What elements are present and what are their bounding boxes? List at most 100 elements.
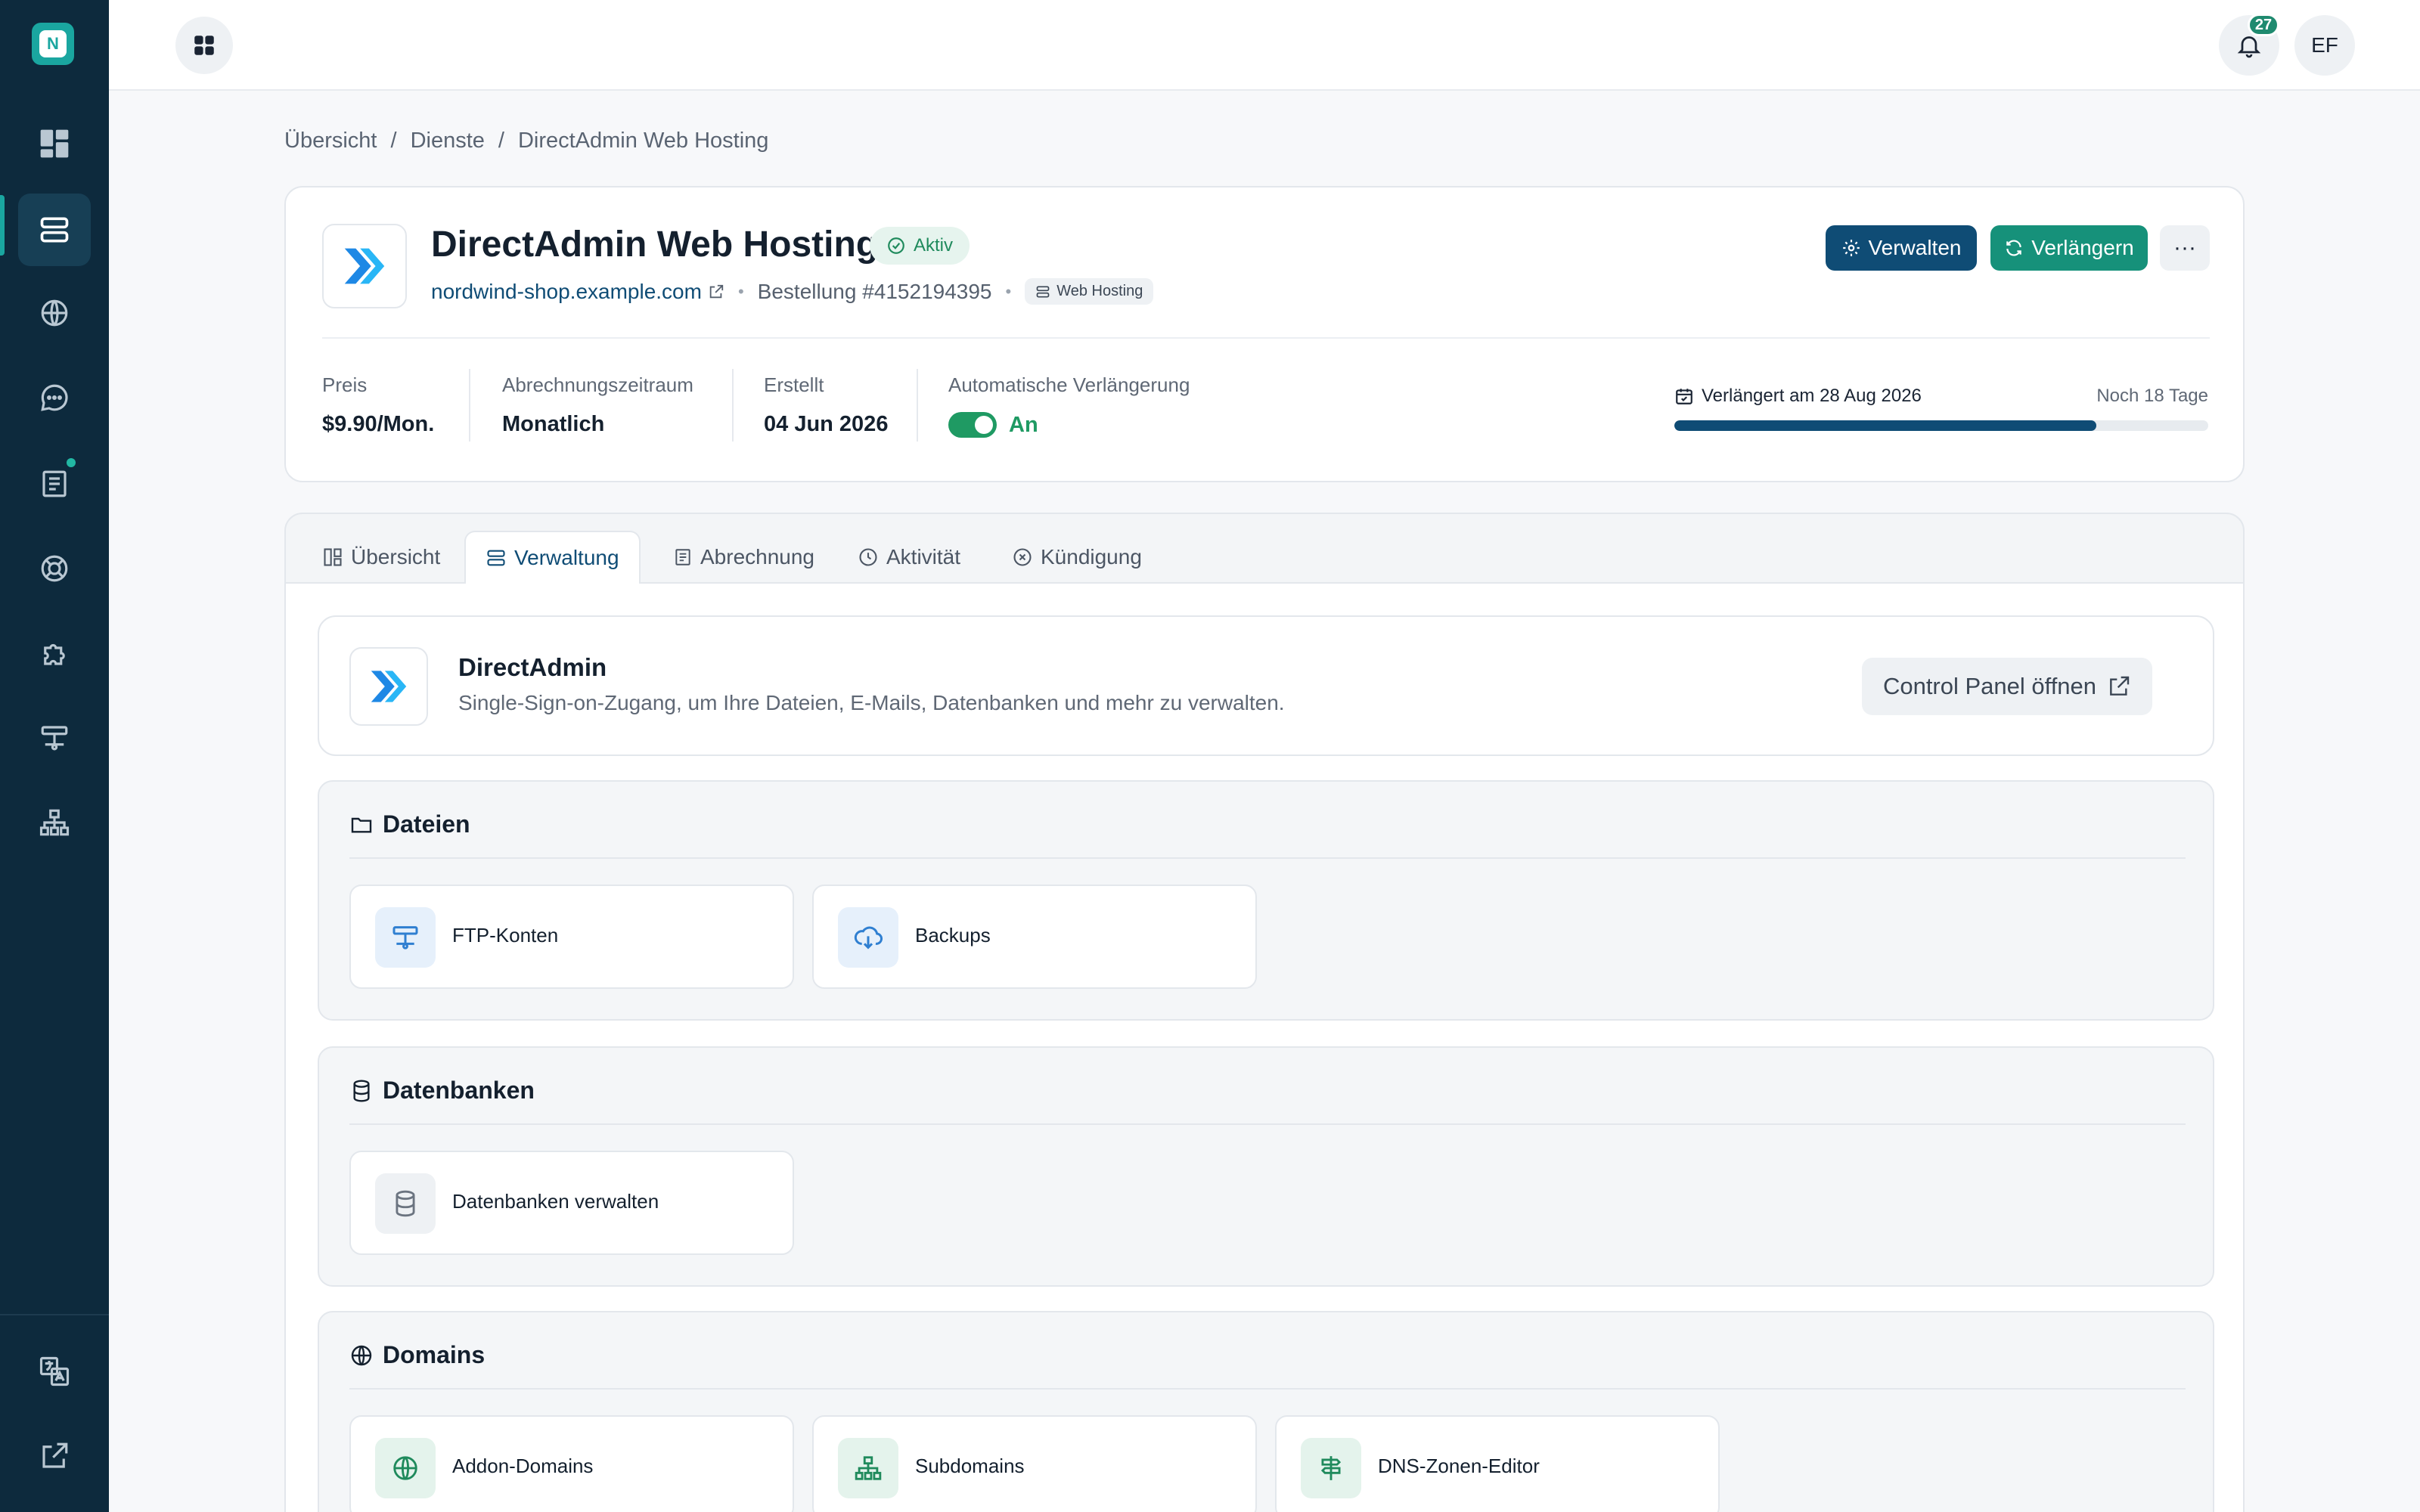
header-divider — [322, 337, 2210, 339]
tab-label: Kündigung — [1041, 545, 1142, 569]
tile-label: Addon-Domains — [452, 1455, 594, 1477]
sidebar-item-services[interactable] — [18, 194, 91, 266]
calendar-check-icon — [1676, 389, 1692, 404]
tile-label: Backups — [915, 924, 991, 947]
breadcrumb-separator: / — [390, 129, 397, 153]
apps-button[interactable] — [175, 17, 233, 74]
sidebar-active-indicator — [0, 195, 5, 256]
tab-label: Übersicht — [351, 545, 441, 569]
tile-icon — [375, 1438, 436, 1498]
refresh-icon — [2006, 240, 2022, 256]
more-actions-button[interactable]: ··· — [2160, 225, 2210, 271]
sso-card: DirectAdmin Single-Sign-on-Zugang, um Ih… — [318, 615, 2214, 756]
puzzle-icon — [44, 643, 65, 665]
sidebar-item-domains[interactable] — [18, 277, 91, 349]
avatar[interactable]: EF — [2294, 15, 2355, 76]
tile-icon — [375, 907, 436, 968]
stat-label: Erstellt — [764, 373, 824, 396]
stat-label: Abrechnungszeitraum — [502, 373, 693, 396]
section-heading: Datenbanken — [349, 1077, 535, 1105]
sidebar-item-dashboard[interactable] — [18, 107, 91, 180]
breadcrumb-separator: / — [498, 129, 504, 153]
section-title: Domains — [383, 1341, 486, 1368]
globe-icon — [41, 299, 68, 327]
tab-management[interactable]: Verwaltung — [464, 531, 641, 585]
tab-billing[interactable]: Abrechnung — [653, 531, 834, 584]
renew-button[interactable]: Verlängern — [1990, 225, 2148, 271]
stat-label: Preis — [322, 373, 368, 396]
section-divider — [349, 1388, 2186, 1390]
domains-section: Domains Addon-Domains Subdomains DNS-Zon — [318, 1311, 2214, 1512]
invoice-icon — [675, 549, 690, 565]
tab-cancellation[interactable]: Kündigung — [992, 531, 1162, 584]
open-control-panel-button[interactable]: Control Panel öffnen — [1862, 658, 2152, 715]
grid-icon — [194, 36, 214, 55]
breadcrumb-current: DirectAdmin Web Hosting — [517, 129, 769, 153]
breadcrumb-services[interactable]: Dienste — [411, 129, 485, 153]
stat-value: Monatlich — [502, 412, 605, 436]
invoice-icon — [42, 470, 67, 497]
sidebar: N — [0, 0, 109, 1512]
section-divider — [349, 857, 2186, 859]
tab-label: Verwaltung — [514, 546, 619, 569]
network-icon — [392, 926, 418, 950]
section-heading: Domains — [349, 1341, 485, 1369]
stat-value: $9.90/Mon. — [322, 412, 435, 436]
gear-icon — [1842, 240, 1860, 256]
sidebar-item-sitemap[interactable] — [18, 786, 91, 859]
database-icon — [353, 1079, 370, 1102]
sidebar-item-support[interactable] — [18, 532, 91, 605]
stat-divider — [732, 369, 734, 442]
tile-label: Datenbanken verwalten — [452, 1190, 659, 1213]
auto-renew-state: An — [1009, 412, 1038, 437]
directadmin-logo — [349, 647, 428, 726]
app-logo[interactable]: N — [32, 23, 74, 65]
auto-renew-toggle[interactable] — [948, 412, 997, 438]
auto-renew-control: An — [948, 412, 1190, 438]
meta-separator: • — [737, 281, 744, 301]
manage-button[interactable]: Verwalten — [1826, 225, 1977, 271]
directadmin-icon — [344, 248, 385, 284]
sso-title: DirectAdmin — [458, 653, 607, 681]
sidebar-item-invoices[interactable] — [18, 448, 91, 520]
tile-ftp-accounts[interactable]: FTP-Konten — [349, 885, 794, 989]
topbar: 27 EF — [109, 0, 2420, 91]
renewal-date: Verlängert am 28 Aug 2026 — [1702, 386, 1922, 406]
support-icon — [41, 555, 68, 582]
tab-activity[interactable]: Aktivität — [838, 531, 980, 584]
renewal-info: Verlängert am 28 Aug 2026 Noch 18 Tage — [1674, 386, 2208, 431]
tile-backups[interactable]: Backups — [812, 885, 1257, 989]
renew-label: Verlängern — [2031, 236, 2134, 259]
tile-subdomains[interactable]: Subdomains — [812, 1415, 1257, 1512]
tile-icon — [375, 1173, 436, 1234]
section-title: Dateien — [383, 810, 470, 838]
service-meta: nordwind-shop.example.com • Bestellung #… — [431, 278, 1154, 305]
status-text: Aktiv — [914, 235, 954, 256]
sidebar-item-external[interactable] — [18, 1420, 91, 1492]
files-section: Dateien FTP-Konten Backups — [318, 780, 2214, 1021]
renewal-remaining: Noch 18 Tage — [2096, 386, 2208, 406]
notification-dot — [67, 458, 76, 467]
external-link-icon — [709, 284, 724, 298]
server-icon — [1036, 286, 1050, 297]
notification-count-badge: 27 — [2248, 14, 2279, 36]
sidebar-item-addons[interactable] — [18, 617, 91, 689]
tile-label: Subdomains — [915, 1455, 1025, 1477]
sidebar-item-language[interactable] — [18, 1335, 91, 1408]
databases-section: Datenbanken Datenbanken verwalten — [318, 1046, 2214, 1287]
renewal-progress-fill — [1674, 420, 2096, 431]
tile-icon — [1301, 1438, 1361, 1498]
sidebar-item-network[interactable] — [18, 702, 91, 774]
directadmin-icon — [371, 671, 407, 702]
sidebar-item-messages[interactable] — [18, 361, 91, 434]
domain-link[interactable]: nordwind-shop.example.com — [431, 280, 724, 304]
tile-dns-zone-editor[interactable]: DNS-Zonen-Editor — [1275, 1415, 1720, 1512]
check-circle-icon — [888, 237, 904, 254]
tab-overview[interactable]: Übersicht — [302, 531, 460, 584]
folder-icon — [351, 817, 372, 833]
translate-icon — [39, 1356, 70, 1387]
tile-addon-domains[interactable]: Addon-Domains — [349, 1415, 794, 1512]
breadcrumb-overview[interactable]: Übersicht — [284, 129, 377, 153]
tile-manage-databases[interactable]: Datenbanken verwalten — [349, 1151, 794, 1255]
tabs-panel: Übersicht Verwaltung Abrechnung Aktivitä… — [284, 513, 2245, 1512]
